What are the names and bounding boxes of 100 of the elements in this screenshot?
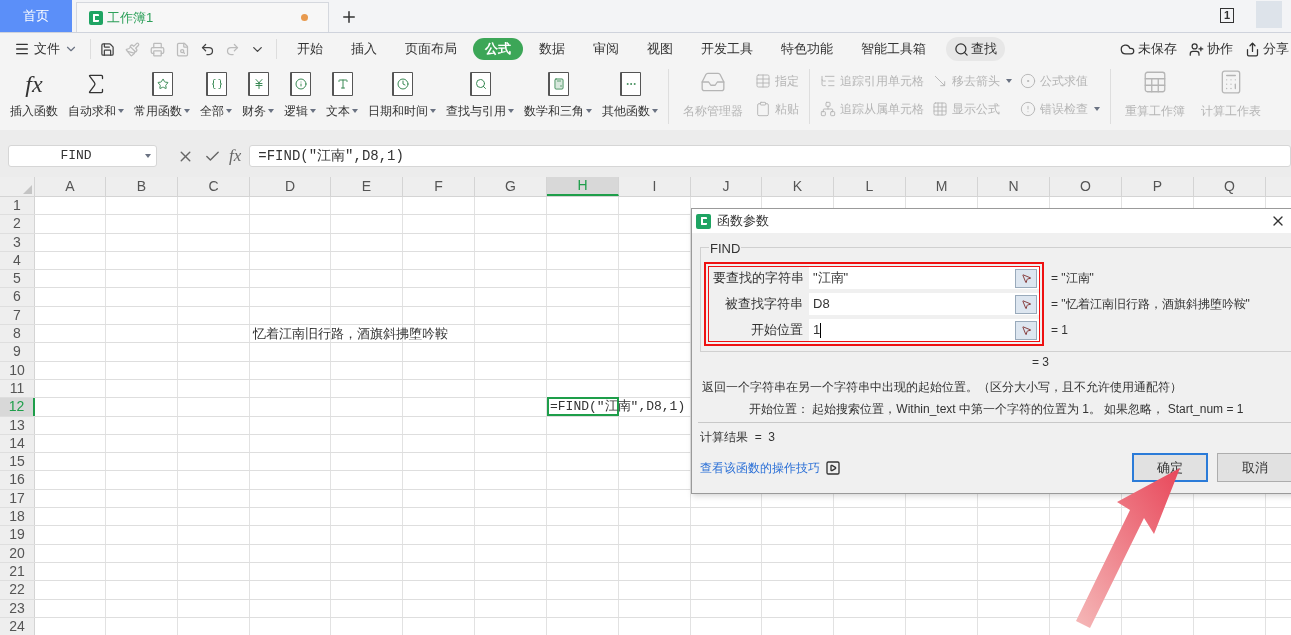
fx-icon[interactable]: fx xyxy=(229,143,242,169)
argument-field[interactable]: D8 xyxy=(809,293,1039,315)
column-header[interactable]: N xyxy=(978,177,1050,196)
search-button[interactable]: 查找 xyxy=(946,37,1005,61)
file-menu[interactable]: 文件 xyxy=(14,39,86,59)
row-header[interactable]: 16 xyxy=(0,471,35,489)
row-header[interactable]: 2 xyxy=(0,215,35,233)
name-box[interactable]: FIND xyxy=(8,145,157,167)
toolbar-action[interactable]: 协作 xyxy=(1189,39,1233,59)
ribbon-button[interactable]: 常用函数 xyxy=(134,69,190,120)
column-header[interactable]: F xyxy=(403,177,475,196)
column-header[interactable]: K xyxy=(762,177,834,196)
row-header[interactable]: 18 xyxy=(0,508,35,526)
caret-icon xyxy=(268,109,274,113)
ribbon-button[interactable]: 逻辑 xyxy=(284,69,316,120)
column-header[interactable]: M xyxy=(906,177,978,196)
caret-icon xyxy=(508,109,514,113)
braces-book-icon xyxy=(205,72,227,96)
argument-help: 开始位置： 起始搜索位置，Within_text 中第一个字符的位置为 1。 如果忽略， Start_num = 1 xyxy=(749,401,1244,418)
column-header[interactable]: O xyxy=(1050,177,1122,196)
column-header[interactable]: C xyxy=(178,177,250,196)
row-header[interactable]: 19 xyxy=(0,526,35,544)
window-count-icon[interactable]: 1 xyxy=(1219,8,1234,23)
column-header[interactable]: Q xyxy=(1194,177,1266,196)
cell-text: 忆着江南旧行路，酒旗斜拂堕吟鞍 xyxy=(253,326,448,343)
ribbon-tab[interactable]: 开始 xyxy=(285,38,335,60)
clock-book-icon xyxy=(391,72,413,96)
argument-result: = "忆着江南旧行路，酒旗斜拂堕吟鞍" xyxy=(1051,296,1250,313)
calculation-result: 计算结果 = 3 xyxy=(700,429,776,446)
ribbon-button[interactable]: 数学和三角 xyxy=(524,69,592,120)
clipboard-icon xyxy=(755,101,771,117)
ribbon-button[interactable]: fx 插入函数 xyxy=(10,69,58,120)
calculator-book-icon xyxy=(547,72,569,96)
ribbon-tab[interactable]: 智能工具箱 xyxy=(849,38,938,60)
arrow-icon xyxy=(932,73,948,89)
ribbon-button[interactable]: 日期和时间 xyxy=(368,69,436,120)
column-header[interactable]: J xyxy=(691,177,762,196)
help-link[interactable]: 查看该函数的操作技巧 xyxy=(700,458,820,477)
cloud-icon xyxy=(1120,41,1135,57)
argument-label: 被查找字符串 xyxy=(724,295,803,314)
column-header[interactable]: P xyxy=(1122,177,1194,196)
column-header[interactable]: A xyxy=(35,177,106,196)
row-header[interactable]: 8 xyxy=(0,325,35,343)
ribbon-button[interactable]: 其他函数 xyxy=(602,69,658,120)
column-header[interactable]: D xyxy=(250,177,331,196)
row-header[interactable]: 5 xyxy=(0,270,35,288)
range-picker-icon[interactable] xyxy=(1015,294,1037,314)
ribbon-button[interactable]: 全部 xyxy=(200,69,232,120)
network-icon xyxy=(820,101,836,117)
range-picker-icon[interactable] xyxy=(1015,268,1037,288)
row-header[interactable]: 15 xyxy=(0,453,35,471)
share-icon xyxy=(1245,41,1260,57)
argument-field[interactable]: "江南" xyxy=(809,267,1039,289)
range-picker-icon[interactable] xyxy=(1015,320,1037,340)
caret-icon xyxy=(184,109,190,113)
column-header[interactable]: E xyxy=(331,177,403,196)
argument-field[interactable]: 1 xyxy=(809,319,1039,341)
caret-icon xyxy=(118,109,124,113)
plus-icon xyxy=(340,8,358,26)
ribbon-button[interactable]: 查找与引用 xyxy=(446,69,514,120)
function-description: 返回一个字符串在另一个字符串中出现的起始位置。（区分大小写，且不允许使用通配符） xyxy=(702,379,1182,396)
dialog-button[interactable]: 取消 xyxy=(1217,453,1291,482)
column-header[interactable]: I xyxy=(619,177,691,196)
ribbon-tab[interactable]: 数据 xyxy=(527,38,577,60)
toolbar-action[interactable]: 未保存 xyxy=(1120,39,1177,59)
row-header[interactable]: 1 xyxy=(0,197,35,215)
ribbon-tab[interactable]: 特色功能 xyxy=(769,38,845,60)
row-header[interactable]: 22 xyxy=(0,581,35,599)
column-header[interactable]: B xyxy=(106,177,178,196)
ribbon-tab[interactable]: 插入 xyxy=(339,38,389,60)
caret-icon xyxy=(226,109,232,113)
sheet-icon xyxy=(1142,69,1168,95)
caret-icon xyxy=(586,109,592,113)
sheet-app-icon xyxy=(696,213,711,229)
text-book-icon xyxy=(331,72,353,96)
search-book-icon xyxy=(469,72,491,96)
caret-icon xyxy=(1094,107,1100,111)
caret-icon xyxy=(310,109,316,113)
fx-icon: fx xyxy=(25,69,43,99)
formula-result: = 3 xyxy=(1032,354,1049,371)
caret-icon xyxy=(1006,79,1012,83)
ribbon-tab[interactable]: 开发工具 xyxy=(689,38,765,60)
list-tree-icon xyxy=(820,73,836,89)
ribbon-button[interactable]: 财务 xyxy=(242,69,274,120)
grid-icon xyxy=(932,101,948,117)
sheet-app-icon xyxy=(89,10,103,25)
row-header[interactable]: 9 xyxy=(0,343,35,361)
ribbon-button[interactable]: 文本 xyxy=(326,69,358,120)
ribbon-tab[interactable]: 视图 xyxy=(635,38,685,60)
argument-label: 要查找的字符串 xyxy=(713,269,803,288)
ribbon-tab[interactable]: 审阅 xyxy=(581,38,631,60)
formula-field[interactable]: =FIND(″江南″,D8,1) xyxy=(249,145,1291,167)
ribbon-button[interactable]: 自动求和 xyxy=(68,69,124,120)
argument-result: = 1 xyxy=(1051,322,1068,339)
column-header[interactable]: L xyxy=(834,177,906,196)
row-header[interactable]: 6 xyxy=(0,288,35,306)
toolbar-action[interactable]: 分享 xyxy=(1245,39,1289,59)
caret-icon xyxy=(145,154,151,158)
yen-book-icon xyxy=(247,72,269,96)
ribbon-tab[interactable]: 页面布局 xyxy=(393,38,469,60)
